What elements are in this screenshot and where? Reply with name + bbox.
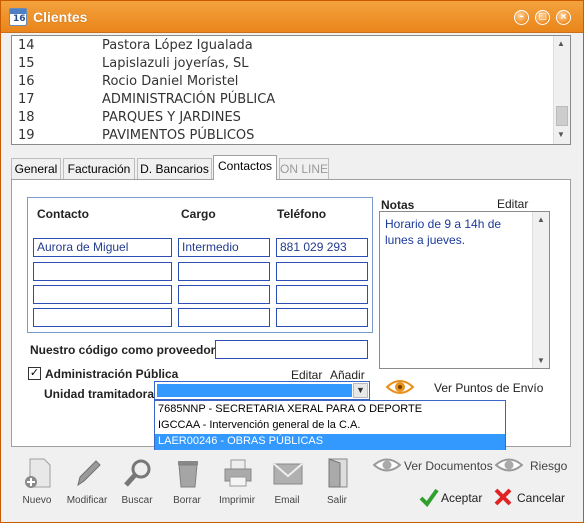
eye-icon[interactable]: [373, 457, 401, 473]
contact-role-field[interactable]: [178, 262, 270, 281]
list-scrollbar[interactable]: ▲ ▼: [553, 36, 570, 144]
modificar-button[interactable]: Modificar: [65, 457, 109, 513]
cross-icon: [494, 488, 512, 506]
column-header-telefono: Teléfono: [277, 207, 327, 221]
ver-documentos-link[interactable]: Ver Documentos: [404, 459, 493, 473]
new-document-icon: [25, 458, 51, 488]
unidad-tramitadora-select[interactable]: ▼: [154, 381, 370, 400]
buscar-button[interactable]: Buscar: [115, 457, 159, 513]
tab-contactos[interactable]: Contactos: [213, 155, 277, 180]
calendar-icon: 16: [9, 8, 27, 26]
minimize-button[interactable]: –: [514, 10, 529, 25]
tab-bar: General Facturación D. Bancarios Contact…: [11, 155, 571, 180]
unidad-tramitadora-options[interactable]: 7685NNP - SECRETARIA XERAL PARA O DEPORT…: [154, 400, 506, 450]
contact-phone-field[interactable]: 881 029 293: [276, 238, 368, 257]
chevron-down-icon[interactable]: ▼: [353, 383, 368, 398]
trash-icon: [178, 461, 198, 488]
salir-button[interactable]: Salir: [315, 457, 359, 513]
contact-name-field[interactable]: [33, 285, 172, 304]
search-icon: [124, 459, 151, 487]
tab-facturacion[interactable]: Facturación: [63, 158, 135, 180]
notes-edit-link[interactable]: Editar: [497, 197, 528, 211]
contact-role-field[interactable]: [178, 285, 270, 304]
eye-icon[interactable]: [495, 457, 523, 473]
window-title: Clientes: [33, 9, 88, 25]
riesgo-link[interactable]: Riesgo: [530, 459, 567, 473]
ver-puntos-envio-link[interactable]: Ver Puntos de Envío: [434, 381, 543, 395]
clientes-window: 16 Clientes – □ × 14 Pastora López Igual…: [0, 0, 584, 523]
borrar-button[interactable]: Borrar: [165, 457, 209, 513]
client-list[interactable]: 14 Pastora López Igualada 15 Lapislazuli…: [11, 35, 571, 145]
eye-icon[interactable]: [386, 378, 414, 396]
dropdown-option[interactable]: IGCCAA - Intervención general de la C.A.: [155, 418, 505, 434]
maximize-button[interactable]: □: [535, 10, 550, 25]
admin-add-link[interactable]: Añadir: [330, 368, 365, 382]
exit-door-icon: [328, 458, 348, 488]
client-row[interactable]: 19 PAVIMENTOS PÚBLICOS: [12, 127, 552, 144]
envelope-icon: [273, 463, 303, 485]
imprimir-button[interactable]: Imprimir: [215, 457, 259, 513]
client-row[interactable]: 16 Rocio Daniel Moristel: [12, 73, 552, 91]
client-row[interactable]: 15 Lapislazuli joyerías, SL: [12, 55, 552, 73]
column-header-cargo: Cargo: [181, 207, 216, 221]
notes-text: Horario de 9 a 14h de lunes a jueves.: [385, 217, 502, 247]
contact-name-field[interactable]: Aurora de Miguel: [33, 238, 172, 257]
admin-edit-link[interactable]: Editar: [291, 368, 322, 382]
client-row[interactable]: 17 ADMINISTRACIÓN PÚBLICA: [12, 91, 552, 109]
close-button[interactable]: ×: [556, 10, 571, 25]
contact-role-field[interactable]: Intermedio: [178, 238, 270, 257]
contact-phone-field[interactable]: [276, 262, 368, 281]
scroll-thumb[interactable]: [556, 106, 568, 126]
administracion-publica-label: Administración Pública: [45, 367, 179, 381]
contact-role-field[interactable]: [178, 308, 270, 327]
scroll-down-icon[interactable]: ▼: [537, 356, 545, 365]
scroll-up-icon[interactable]: ▲: [537, 215, 545, 224]
notes-scrollbar[interactable]: ▲ ▼: [532, 212, 549, 368]
dropdown-option[interactable]: 7685NNP - SECRETARIA XERAL PARA O DEPORT…: [155, 402, 505, 418]
tab-datos-bancarios[interactable]: D. Bancarios: [137, 158, 212, 180]
contact-phone-field[interactable]: [276, 308, 368, 327]
notes-textarea[interactable]: Horario de 9 a 14h de lunes a jueves. ▲ …: [379, 211, 550, 369]
notes-label: Notas: [381, 198, 415, 212]
email-button[interactable]: Email: [265, 457, 309, 513]
nuevo-button[interactable]: Nuevo: [15, 457, 59, 513]
client-row[interactable]: 14 Pastora López Igualada: [12, 37, 552, 55]
contact-phone-field[interactable]: [276, 285, 368, 304]
title-bar: 16 Clientes – □ ×: [1, 1, 583, 33]
dropdown-option-selected[interactable]: LAER00246 - OBRAS PÚBLICAS: [155, 434, 505, 450]
client-row[interactable]: 18 PARQUES Y JARDINES: [12, 109, 552, 127]
provider-code-field[interactable]: [215, 340, 368, 359]
unidad-tramitadora-label: Unidad tramitadora: [44, 387, 155, 401]
provider-code-label: Nuestro código como proveedor: [30, 343, 216, 357]
scroll-up-icon[interactable]: ▲: [557, 39, 565, 48]
scroll-down-icon[interactable]: ▼: [557, 130, 565, 139]
tab-general[interactable]: General: [11, 158, 61, 180]
printer-icon: [224, 459, 252, 487]
column-header-contacto: Contacto: [37, 207, 89, 221]
contact-name-field[interactable]: [33, 308, 172, 327]
administracion-publica-checkbox[interactable]: ✓: [28, 367, 41, 380]
pencil-icon: [77, 460, 101, 487]
tab-online[interactable]: ON LINE: [279, 158, 329, 180]
check-icon: [419, 488, 439, 507]
select-value: [157, 384, 352, 397]
contact-name-field[interactable]: [33, 262, 172, 281]
